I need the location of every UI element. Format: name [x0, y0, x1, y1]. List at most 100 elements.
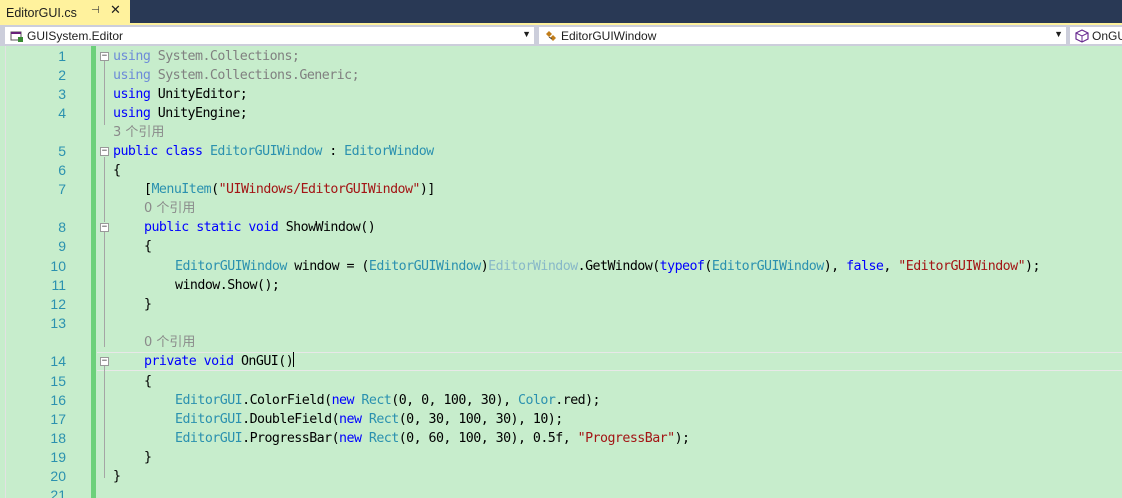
project-name: GUISystem.Editor	[27, 28, 124, 43]
type-name: MenuItem	[151, 182, 212, 197]
line-number: 21	[50, 487, 66, 498]
code-line: EditorGUI.DoubleField(new Rect(0, 30, 10…	[175, 410, 563, 429]
type-name: EditorGUI	[175, 412, 243, 427]
keyword: using	[113, 68, 151, 83]
code-text: (	[211, 182, 219, 197]
type-name: EditorGUIWindow	[368, 259, 481, 274]
code-line: EditorGUIWindow window = (EditorGUIWindo…	[175, 257, 1041, 276]
pin-icon[interactable]: ⊣	[91, 5, 100, 16]
keyword: new	[339, 412, 362, 427]
collapse-icon[interactable]: −	[100, 52, 109, 61]
code-text: .ColorField(	[242, 393, 332, 408]
brace: }	[113, 469, 121, 484]
code-text: );	[674, 431, 690, 446]
brace: {	[144, 374, 152, 389]
reference-count-lens[interactable]: 0 个引用	[144, 333, 195, 352]
type-name: EditorGUIWindow	[711, 259, 824, 274]
string-literal: "UIWindows/EditorGUIWindow"	[218, 182, 421, 197]
class-icon	[544, 29, 558, 43]
keyword: void	[203, 354, 234, 369]
line-number: 18	[50, 430, 66, 446]
reference-count-lens[interactable]: 0 个引用	[144, 199, 195, 218]
code-text: (0, 30, 100, 30), 10);	[398, 412, 564, 427]
reference-count-lens[interactable]: 3 个引用	[113, 123, 164, 142]
type-name: Rect	[361, 393, 392, 408]
keyword: class	[165, 144, 203, 159]
line-number: 10	[50, 258, 66, 274]
code-text: .ProgressBar(	[242, 431, 340, 446]
brace: {	[113, 163, 121, 178]
code-text: window.Show();	[175, 278, 280, 293]
line-number: 3	[58, 86, 66, 102]
code-text: UnityEditor;	[150, 87, 248, 102]
collapse-icon[interactable]: −	[100, 223, 109, 232]
code-text: System.Collections;	[150, 49, 300, 64]
project-dropdown[interactable]: GUISystem.Editor ▼	[4, 26, 535, 45]
code-line: {	[144, 237, 152, 256]
type-name: EditorGUI	[175, 431, 243, 446]
code-text: ,	[883, 259, 899, 274]
method-name: OnGUI()	[240, 354, 294, 369]
code-line: using UnityEditor;	[113, 85, 248, 104]
tab-title: EditorGUI.cs	[6, 5, 77, 20]
type-name: EditorGUIWindow	[209, 144, 322, 159]
code-line: public static void ShowWindow()	[144, 218, 376, 237]
code-line: }	[113, 467, 121, 486]
code-line: [MenuItem("UIWindows/EditorGUIWindow")]	[144, 180, 435, 199]
outline-guide	[104, 157, 105, 222]
tab-editorgui-cs[interactable]: EditorGUI.cs ⊣ ✕	[0, 0, 130, 25]
outline-guide	[104, 232, 105, 347]
line-number: 16	[50, 392, 66, 408]
line-number: 15	[50, 373, 66, 389]
code-text: UnityEngine;	[150, 106, 248, 121]
text-caret	[293, 352, 295, 367]
keyword: false	[846, 259, 884, 274]
type-name: Color	[518, 393, 556, 408]
member-dropdown[interactable]: OnGUI	[1069, 26, 1122, 45]
navigation-bar: GUISystem.Editor ▼ EditorGUIWindow ▼ OnG…	[0, 25, 1122, 46]
code-line: }	[144, 448, 152, 467]
code-text: )]	[419, 182, 435, 197]
line-number: 4	[58, 105, 66, 121]
project-icon	[10, 29, 24, 43]
type-name: Rect	[368, 431, 399, 446]
keyword: using	[113, 49, 151, 64]
code-line: EditorGUI.ColorField(new Rect(0, 0, 100,…	[175, 391, 601, 410]
type-name: EditorGUI	[175, 393, 243, 408]
close-icon[interactable]: ✕	[110, 3, 121, 18]
code-text: System.Collections.Generic;	[150, 68, 360, 83]
method-name: ShowWindow()	[285, 220, 376, 235]
keyword: static	[196, 220, 241, 235]
outline-guide	[104, 61, 105, 125]
type-name: EditorWindow	[344, 144, 434, 159]
code-text: (0, 60, 100, 30), 0.5f,	[398, 431, 578, 446]
code-text: (0, 0, 100, 30),	[391, 393, 518, 408]
keyword: public	[144, 220, 189, 235]
line-number: 17	[50, 411, 66, 427]
code-line: using UnityEngine;	[113, 104, 248, 123]
keyword: new	[339, 431, 362, 446]
keyword: public	[113, 144, 158, 159]
line-number: 11	[51, 277, 66, 293]
change-tracking-bar	[91, 46, 96, 498]
chevron-down-icon: ▼	[1054, 29, 1063, 39]
type-dropdown[interactable]: EditorGUIWindow ▼	[538, 26, 1067, 45]
code-text: );	[1025, 259, 1040, 274]
code-line: using System.Collections;	[113, 47, 300, 66]
brace: }	[144, 450, 152, 465]
line-number: 6	[58, 162, 66, 178]
keyword: new	[331, 393, 355, 408]
code-text: .DoubleField(	[242, 412, 340, 427]
line-number: 19	[50, 449, 66, 465]
collapse-icon[interactable]: −	[100, 147, 109, 156]
brace: }	[144, 297, 152, 312]
line-number: 5	[58, 143, 66, 159]
outline-guide	[104, 366, 105, 478]
line-number: 20	[50, 468, 66, 484]
code-text: window = (	[286, 259, 369, 274]
collapse-icon[interactable]: −	[100, 357, 109, 366]
document-tab-strip: EditorGUI.cs ⊣ ✕	[0, 0, 1122, 25]
code-line: }	[144, 295, 152, 314]
method-icon	[1075, 28, 1089, 43]
line-number: 14	[50, 353, 66, 369]
